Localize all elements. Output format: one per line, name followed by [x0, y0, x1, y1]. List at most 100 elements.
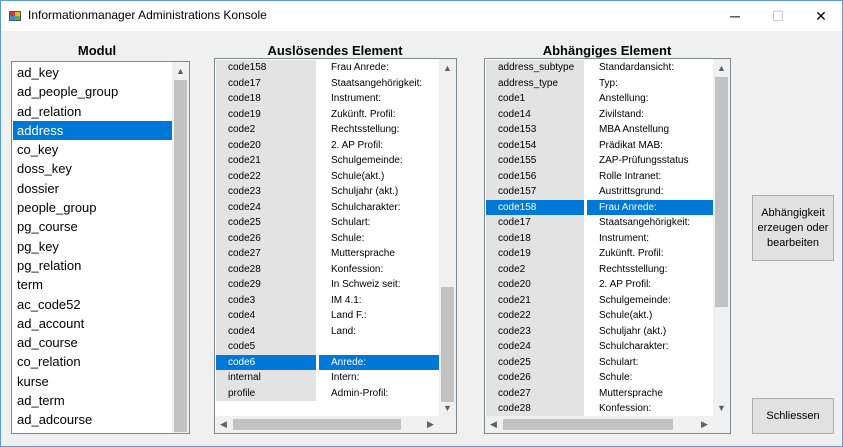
grid-row[interactable]: code26 Schule: [216, 230, 440, 246]
grid-row[interactable]: code27 Muttersprache [486, 385, 714, 401]
grid-cell-key: code22 [216, 168, 316, 184]
abhaengig-hscrollbar[interactable]: ◀ ▶ [485, 416, 713, 433]
modul-list-item[interactable]: ac_code52 [13, 295, 173, 314]
maximize-button[interactable]: ☐ [758, 1, 798, 31]
modul-list-item[interactable]: ad_course [13, 333, 173, 352]
modul-list-item[interactable]: ad_term [13, 391, 173, 410]
grid-row[interactable]: address_subtype Standardansicht: [486, 60, 714, 76]
ausloesend-vscrollbar[interactable]: ▲ ▼ [439, 59, 456, 416]
grid-row[interactable]: code3 IM 4.1: [216, 292, 440, 308]
modul-list-item[interactable]: people_group [13, 198, 173, 217]
grid-row[interactable]: code18 Instrument: [486, 230, 714, 246]
grid-row[interactable]: internal Intern: [216, 370, 440, 386]
grid-row[interactable]: code155 ZAP-Prüfungsstatus [486, 153, 714, 169]
grid-row[interactable]: code21 Schulgemeinde: [216, 153, 440, 169]
grid-row[interactable]: address_type Typ: [486, 75, 714, 91]
grid-row[interactable]: code23 Schuljahr (akt.) [486, 323, 714, 339]
scroll-thumb[interactable] [233, 419, 401, 430]
scroll-down-icon[interactable]: ▼ [713, 399, 730, 416]
grid-row[interactable]: code19 Zukünft. Profil: [486, 246, 714, 262]
grid-row[interactable]: code4 Land: [216, 323, 440, 339]
grid-row[interactable]: code156 Rolle Intranet: [486, 168, 714, 184]
grid-row[interactable]: code153 MBA Anstellung [486, 122, 714, 138]
grid-row[interactable]: code18 Instrument: [216, 91, 440, 107]
grid-row[interactable]: code17 Staatsangehörigkeit: [486, 215, 714, 231]
grid-row[interactable]: code2 Rechtsstellung: [486, 261, 714, 277]
abhaengig-grid[interactable]: address_subtype Standardansicht: address_t… [484, 58, 731, 434]
scroll-left-icon[interactable]: ◀ [485, 416, 502, 433]
minimize-button[interactable]: ─ [715, 1, 755, 31]
modul-list-item[interactable]: doss_key [13, 159, 173, 178]
grid-row[interactable]: code20 2. AP Profil: [486, 277, 714, 293]
grid-cell-label: Zivilstand: [599, 108, 645, 120]
grid-row[interactable]: code27 Muttersprache [216, 246, 440, 262]
scroll-thumb[interactable] [715, 77, 728, 307]
grid-row[interactable]: code24 Schulcharakter: [216, 199, 440, 215]
grid-row[interactable]: code158 Frau Anrede: [216, 60, 440, 76]
ausloesend-hscrollbar[interactable]: ◀ ▶ [215, 416, 439, 433]
modul-listbox[interactable]: ad_key ad_people_group ad_relation address c… [11, 61, 190, 434]
scroll-right-icon[interactable]: ▶ [696, 416, 713, 433]
modul-list-item[interactable]: ad_key [13, 63, 173, 82]
grid-cell-key: code21 [486, 292, 584, 308]
grid-row[interactable]: code1 Anstellung: [486, 91, 714, 107]
grid-row[interactable]: code28 Konfession: [486, 401, 714, 417]
modul-vscrollbar[interactable]: ▲ [172, 62, 189, 433]
grid-row[interactable]: code19 Zukünft. Profil: [216, 106, 440, 122]
modul-list-item[interactable]: ad_relation [13, 102, 173, 121]
scroll-up-icon[interactable]: ▲ [439, 59, 456, 76]
grid-row[interactable]: code17 Staatsangehörigkeit: [216, 75, 440, 91]
modul-list-item[interactable]: ad_adcourse [13, 410, 173, 429]
grid-row[interactable]: code23 Schuljahr (akt.) [216, 184, 440, 200]
grid-cell-label [319, 339, 440, 355]
grid-row[interactable]: code154 Prädikat MAB: [486, 137, 714, 153]
modul-list-item[interactable]: ad_people_group [13, 82, 173, 101]
modul-list-item[interactable]: pg_relation [13, 256, 173, 275]
grid-cell-key: code19 [486, 246, 584, 262]
grid-row[interactable]: code29 In Schweiz seit: [216, 277, 440, 293]
grid-cell-key: code18 [486, 230, 584, 246]
modul-list-item[interactable]: dossier [13, 179, 173, 198]
modul-list-item[interactable]: address [13, 120, 173, 141]
scroll-up-icon[interactable]: ▲ [172, 62, 189, 79]
grid-row[interactable]: code20 2. AP Profil: [216, 137, 440, 153]
modul-list-item[interactable]: ad_account [13, 314, 173, 333]
grid-row[interactable]: code157 Austrittsgrund: [486, 184, 714, 200]
scroll-right-icon[interactable]: ▶ [422, 416, 439, 433]
grid-row[interactable]: code25 Schulart: [486, 354, 714, 370]
modul-list-item[interactable]: pg_course [13, 217, 173, 236]
grid-row[interactable]: code24 Schulcharakter: [486, 339, 714, 355]
grid-row[interactable]: code2 Rechtsstellung: [216, 122, 440, 138]
modul-list-item[interactable]: kurse [13, 372, 173, 391]
abhaengigkeit-button[interactable]: Abhängigkeit erzeugen oder bearbeiten [752, 195, 834, 261]
modul-list-item[interactable]: co_key [13, 140, 173, 159]
scroll-thumb[interactable] [503, 419, 673, 430]
grid-cell-label: IM 4.1: [331, 294, 362, 306]
modul-list-item[interactable]: term [13, 275, 173, 294]
close-button[interactable]: ✕ [801, 1, 841, 31]
grid-row[interactable]: code6 Anrede: [216, 354, 440, 370]
grid-row[interactable]: code5 [216, 339, 440, 355]
grid-row[interactable]: code14 Zivilstand: [486, 106, 714, 122]
grid-row[interactable]: code22 Schule(akt.) [216, 168, 440, 184]
grid-row[interactable]: code26 Schule: [486, 370, 714, 386]
grid-row[interactable]: code28 Konfession: [216, 261, 440, 277]
grid-row[interactable]: code4 Land F.: [216, 308, 440, 324]
scroll-thumb[interactable] [174, 80, 187, 432]
grid-row[interactable]: code21 Schulgemeinde: [486, 292, 714, 308]
grid-cell-label: Frau Anrede: [331, 62, 389, 73]
ausloesend-grid[interactable]: code158 Frau Anrede: code17 Staatsangehörig… [214, 58, 457, 434]
scroll-down-icon[interactable]: ▼ [439, 399, 456, 416]
modul-list-item[interactable]: co_relation [13, 352, 173, 371]
grid-row[interactable]: code22 Schule(akt.) [486, 308, 714, 324]
modul-list-item[interactable]: pg_key [13, 237, 173, 256]
abhaengig-vscrollbar[interactable]: ▲ ▼ [713, 59, 730, 416]
grid-cell-key: code25 [486, 354, 584, 370]
schliessen-button[interactable]: Schliessen [752, 398, 834, 434]
scroll-thumb[interactable] [441, 287, 454, 402]
scroll-left-icon[interactable]: ◀ [215, 416, 232, 433]
scroll-up-icon[interactable]: ▲ [713, 59, 730, 76]
grid-row[interactable]: code25 Schulart: [216, 215, 440, 231]
grid-row[interactable]: profile Admin-Profil: [216, 385, 440, 401]
grid-row[interactable]: code158 Frau Anrede: [486, 199, 714, 215]
